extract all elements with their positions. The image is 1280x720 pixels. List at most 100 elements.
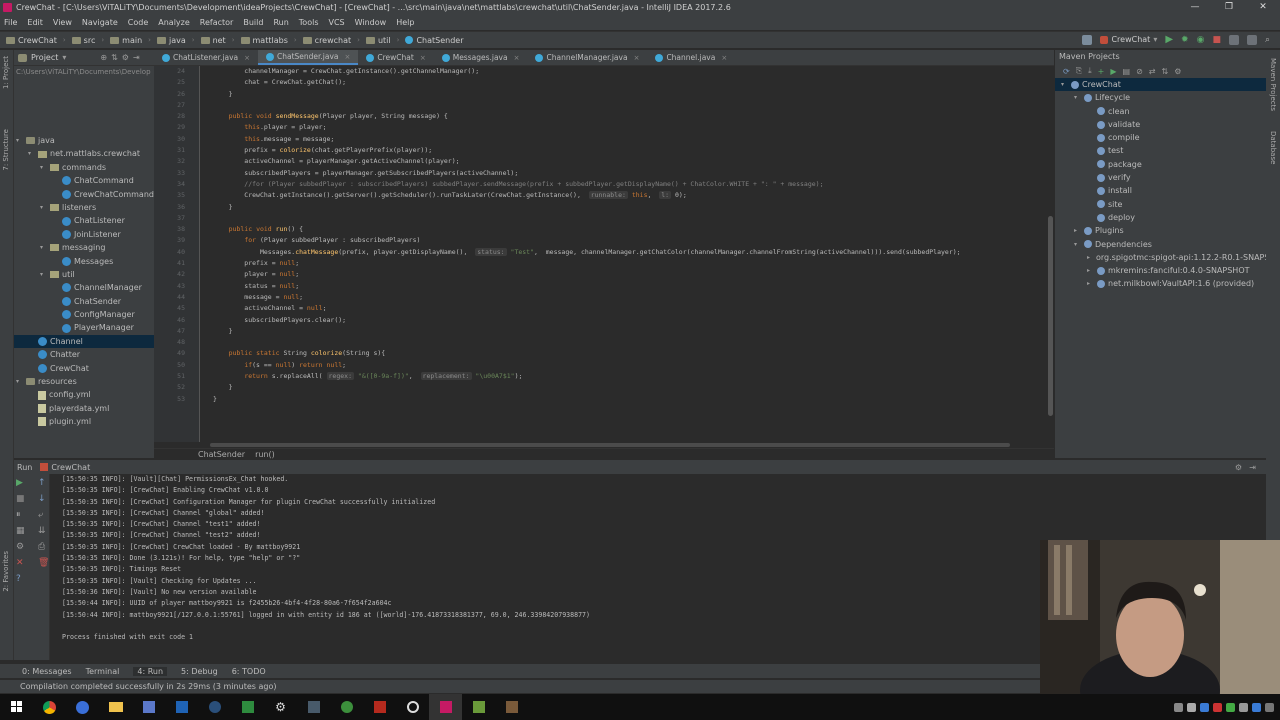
maven-item-install[interactable]: install <box>1055 184 1266 197</box>
menu-item-navigate[interactable]: Navigate <box>82 15 118 30</box>
menu-item-window[interactable]: Window <box>355 15 387 30</box>
expand-arrow-icon[interactable]: ▾ <box>40 241 47 254</box>
close-tab-icon[interactable]: × <box>634 54 640 62</box>
expand-arrow-icon[interactable]: ▾ <box>1074 238 1081 251</box>
project-panel-title[interactable]: Project <box>31 53 58 62</box>
expand-arrow-icon[interactable]: ▾ <box>1061 78 1068 91</box>
menu-item-view[interactable]: View <box>53 15 72 30</box>
maximize-button[interactable]: ❐ <box>1212 0 1246 15</box>
project-structure-icon[interactable] <box>1228 34 1239 45</box>
expand-arrow-icon[interactable]: ▾ <box>40 161 47 174</box>
run-config-select[interactable]: CrewChat ▾ <box>1100 35 1157 44</box>
collapse-icon[interactable]: ⇅ <box>111 53 118 62</box>
menu-item-code[interactable]: Code <box>128 15 148 30</box>
skip-tests-icon[interactable]: ⊘ <box>1136 67 1143 76</box>
coverage-icon[interactable]: ◉ <box>1197 35 1205 45</box>
sync-icon[interactable]: ⊕ <box>100 53 107 62</box>
intellij-taskbar-icon[interactable] <box>429 694 462 720</box>
tray-icon[interactable] <box>1187 702 1196 712</box>
maven-item-validate[interactable]: validate <box>1055 118 1266 131</box>
refresh-icon[interactable]: ⟳ <box>1063 67 1070 76</box>
help-icon[interactable]: ? <box>16 574 32 584</box>
close-tab-icon[interactable]: × <box>420 54 426 62</box>
favorites-tool-tab[interactable]: 2: Favorites <box>2 551 10 592</box>
add-icon[interactable]: + <box>1098 67 1105 76</box>
windows-start-icon[interactable] <box>0 694 33 720</box>
tray-icon[interactable] <box>1226 702 1235 712</box>
maven-item-lifecycle[interactable]: ▾ Lifecycle <box>1055 91 1266 104</box>
clear-icon[interactable]: 🗑 <box>38 558 54 568</box>
search-icon[interactable]: ⌕ <box>1265 35 1270 45</box>
panel-hide-icon[interactable]: ⇥ <box>1249 463 1256 472</box>
breadcrumb-item[interactable]: ChatSender <box>405 36 464 45</box>
filezilla-icon[interactable] <box>363 694 396 720</box>
tree-item-playerdata-yml[interactable]: playerdata.yml <box>14 402 154 415</box>
tree-item-chatcommand[interactable]: ChatCommand <box>14 174 154 187</box>
xbox-icon[interactable] <box>330 694 363 720</box>
tab-crewchat[interactable]: CrewChat × <box>358 50 433 65</box>
menu-item-edit[interactable]: Edit <box>27 15 43 30</box>
media-icon[interactable] <box>297 694 330 720</box>
breadcrumb-item[interactable]: util <box>365 36 391 45</box>
tray-icon[interactable] <box>1239 702 1248 712</box>
chevron-down-icon[interactable]: ▾ <box>62 53 66 62</box>
run-config-tab[interactable]: CrewChat <box>40 463 90 472</box>
generate-icon[interactable]: ⎘ <box>1076 66 1082 76</box>
run-icon[interactable]: ▶ <box>1165 34 1173 45</box>
menu-item-refactor[interactable]: Refactor <box>200 15 234 30</box>
maven-item-plugins[interactable]: ▸ Plugins <box>1055 224 1266 237</box>
bottom-tab-5-debug[interactable]: 5: Debug <box>181 667 218 676</box>
maven-item-deploy[interactable]: deploy <box>1055 211 1266 224</box>
settings-run-icon[interactable]: ⚙ <box>16 542 32 552</box>
maven-item-verify[interactable]: verify <box>1055 171 1266 184</box>
close-button[interactable]: ✕ <box>1246 0 1280 15</box>
vertical-scrollbar[interactable] <box>1046 66 1054 442</box>
collapse-all-icon[interactable]: ⇅ <box>1161 67 1168 76</box>
download-icon[interactable]: ⤓ <box>1088 66 1092 76</box>
menu-item-build[interactable]: Build <box>243 15 263 30</box>
expand-arrow-icon[interactable]: ▾ <box>40 268 47 281</box>
tray-icon[interactable] <box>1213 702 1222 712</box>
tree-item-playermanager[interactable]: PlayerManager <box>14 321 154 334</box>
toggle-offline-icon[interactable]: ▤ <box>1123 67 1131 76</box>
tree-item-chatter[interactable]: Chatter <box>14 348 154 361</box>
settings-icon[interactable]: ⚙ <box>1174 67 1181 76</box>
structure-tool-tab[interactable]: 7: Structure <box>2 129 10 171</box>
expand-arrow-icon[interactable]: ▾ <box>28 147 35 160</box>
tree-item-crewchatcommand[interactable]: CrewChatCommand <box>14 188 154 201</box>
firefox-icon[interactable] <box>66 694 99 720</box>
close-tab-icon[interactable]: × <box>721 54 727 62</box>
breadcrumb-item[interactable]: main <box>110 36 142 45</box>
tree-item-messages[interactable]: Messages <box>14 255 154 268</box>
menu-item-file[interactable]: File <box>4 15 17 30</box>
maven-tool-tab[interactable]: Maven Projects <box>1269 58 1277 111</box>
calculator-icon[interactable] <box>132 694 165 720</box>
maven-item-site[interactable]: site <box>1055 198 1266 211</box>
hide-icon[interactable]: ⇥ <box>133 53 140 62</box>
build-icon[interactable] <box>1082 34 1093 45</box>
wrap-icon[interactable]: ⤶ <box>38 510 54 520</box>
maven-item-mkremins-fanciful-0-4-0-snapsh[interactable]: ▸ mkremins:fanciful:0.4.0-SNAPSHOT <box>1055 264 1266 277</box>
sdk-icon[interactable] <box>1246 34 1257 45</box>
tab-channel-java[interactable]: Channel.java × <box>647 50 735 65</box>
expand-arrow-icon[interactable]: ▾ <box>16 134 23 147</box>
tree-item-messaging[interactable]: ▾ messaging <box>14 241 154 254</box>
maven-item-net-milkbowl-vaultapi-1-6-prov[interactable]: ▸ net.milkbowl:VaultAPI:1.6 (provided) <box>1055 277 1266 290</box>
menu-item-run[interactable]: Run <box>273 15 288 30</box>
scroll-up-icon[interactable]: ↑ <box>38 478 54 488</box>
tree-item-channelmanager[interactable]: ChannelManager <box>14 281 154 294</box>
dump-icon[interactable]: ▦ <box>16 526 32 536</box>
show-dependencies-icon[interactable]: ⇄ <box>1149 67 1156 76</box>
menu-item-help[interactable]: Help <box>396 15 414 30</box>
bottom-tab-4-run[interactable]: 4: Run <box>133 666 168 676</box>
tray-icon[interactable] <box>1174 702 1183 712</box>
steam-icon[interactable] <box>198 694 231 720</box>
print-icon[interactable]: ⎙ <box>38 542 54 552</box>
tree-item-commands[interactable]: ▾ commands <box>14 161 154 174</box>
code-area[interactable]: channelManager = CrewChat.getInstance().… <box>200 66 1054 442</box>
tree-item-java[interactable]: ▾ java <box>14 134 154 147</box>
debug-icon[interactable]: ✹ <box>1181 35 1189 45</box>
tab-channelmanager-java[interactable]: ChannelManager.java × <box>527 50 647 65</box>
stop-icon[interactable]: ■ <box>1212 35 1221 45</box>
bottom-tab-6-todo[interactable]: 6: TODO <box>232 667 266 676</box>
